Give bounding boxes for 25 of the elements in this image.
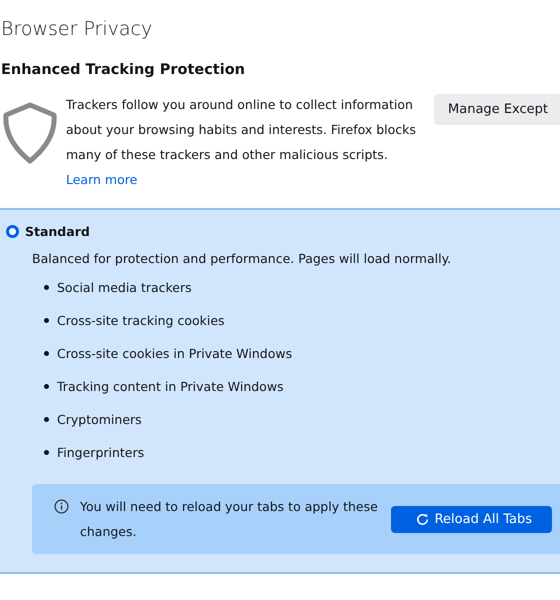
info-icon	[54, 499, 69, 514]
option-label[interactable]: Standard	[25, 224, 90, 239]
list-item: Tracking content in Private Windows	[57, 379, 284, 394]
page-title: Browser Privacy	[0, 18, 154, 40]
list-item: Fingerprinters	[57, 445, 144, 460]
learn-more-link[interactable]: Learn more	[66, 172, 138, 187]
bullet-icon	[44, 318, 49, 323]
bullet-icon	[44, 384, 49, 389]
bullet-icon	[44, 351, 49, 356]
manage-exceptions-button[interactable]: Manage Except	[434, 94, 560, 125]
list-item: Cross-site tracking cookies	[57, 313, 225, 328]
notice-text: You will need to reload your tabs to apply these changes.	[80, 498, 379, 541]
list-item: Cross-site cookies in Private Windows	[57, 346, 292, 361]
option-description: Balanced for protection and performance. Pages will load normally.	[32, 251, 452, 266]
list-item: Cryptominers	[57, 412, 142, 427]
section-title: Enhanced Tracking Protection	[0, 62, 246, 78]
bullet-icon	[44, 417, 49, 422]
reload-icon	[414, 512, 430, 526]
list-item: Social media trackers	[57, 280, 192, 295]
bullet-icon	[44, 285, 49, 290]
shield-icon	[2, 102, 58, 164]
description-text: Trackers follow you around online to collect information about your browsing habits and interests. Firefox blocks many of these trackers and other malicious scripts.	[66, 96, 417, 164]
radio-button[interactable]	[6, 225, 19, 238]
reload-all-tabs-button[interactable]: Reload All Tabs	[390, 506, 552, 532]
bullet-icon	[44, 450, 49, 455]
